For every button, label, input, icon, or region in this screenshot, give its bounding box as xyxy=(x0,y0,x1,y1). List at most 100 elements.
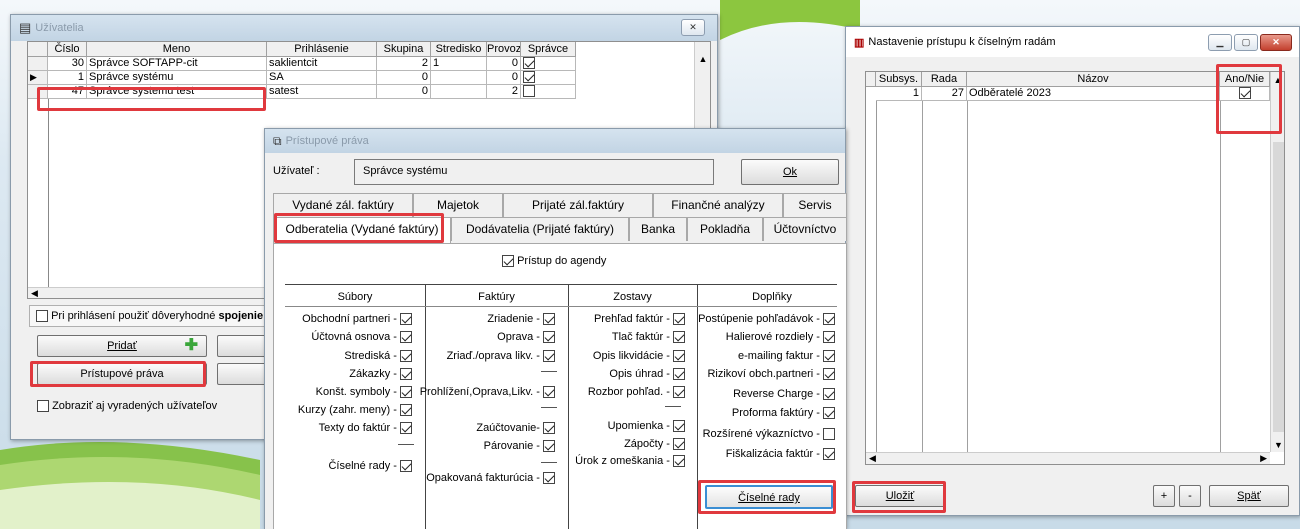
scroll-left-icon[interactable]: ◀ xyxy=(869,453,876,463)
right-checkbox[interactable] xyxy=(543,350,555,363)
rights-titlebar[interactable]: ⧉ Prístupové práva xyxy=(265,129,845,153)
minus-button[interactable]: - xyxy=(1179,485,1201,507)
right-prehlad-faktur[interactable]: Prehľad faktúr - xyxy=(594,312,685,326)
tab-banka[interactable]: Banka xyxy=(629,217,687,241)
right-checkbox[interactable] xyxy=(400,350,412,363)
cell-cislo[interactable]: 30 xyxy=(48,57,87,71)
col-header-subsys[interactable]: Subsys. xyxy=(876,72,922,87)
right-zapocty[interactable]: Zápočty - xyxy=(624,437,685,451)
right-opakovana-fakturacia[interactable]: Opakovaná fakturúcia - xyxy=(426,471,555,485)
spravce-checkbox[interactable] xyxy=(523,57,535,70)
right-checkbox[interactable] xyxy=(400,313,412,326)
cell-provoz[interactable]: 0 xyxy=(487,71,521,85)
right-checkbox[interactable] xyxy=(823,368,835,381)
right-prohlizeni-oprava-likv[interactable]: Prohlížení,Oprava,Likv. - xyxy=(420,385,555,399)
horizontal-scrollbar[interactable]: ◀ ▶ xyxy=(866,452,1270,464)
right-ciselne-rady[interactable]: Číselné rady - xyxy=(328,459,412,473)
right-zakazky[interactable]: Zákazky - xyxy=(349,367,412,381)
cell-skupina[interactable]: 0 xyxy=(377,71,431,85)
users-titlebar[interactable]: ▤ Užívatelia xyxy=(11,15,717,41)
right-zriadenie[interactable]: Zriadenie - xyxy=(487,312,555,326)
right-e-mailing-faktur[interactable]: e-mailing faktur - xyxy=(738,349,835,363)
tab-dodavatelia[interactable]: Dodávatelia (Prijaté faktúry) xyxy=(451,217,629,241)
cell-nazov[interactable]: Odběratelé 2023 xyxy=(967,87,1220,101)
cell-prihlasenie[interactable]: satest xyxy=(267,85,377,99)
back-button[interactable]: Späť xyxy=(1209,485,1289,507)
right-checkbox[interactable] xyxy=(400,331,412,344)
cell-cislo[interactable]: 1 xyxy=(48,71,87,85)
cell-stredisko[interactable]: 1 xyxy=(431,57,487,71)
tab-pokladna[interactable]: Pokladňa xyxy=(687,217,763,241)
right-checkbox[interactable] xyxy=(673,313,685,326)
tab-financne-analyzy[interactable]: Finančné analýzy xyxy=(653,193,783,217)
right-tlac-faktur[interactable]: Tlač faktúr - xyxy=(612,330,685,344)
right-checkbox[interactable] xyxy=(543,386,555,399)
right-reverse-charge[interactable]: Reverse Charge - xyxy=(733,387,835,401)
scroll-right-icon[interactable]: ▶ xyxy=(1260,453,1267,464)
cell-skupina[interactable]: 0 xyxy=(377,85,431,99)
cell-meno[interactable]: Správce SOFTAPP-cit xyxy=(87,57,267,71)
right-opis-uhrad[interactable]: Opis úhrad - xyxy=(609,367,685,381)
right-upomienka[interactable]: Upomienka - xyxy=(608,419,685,433)
cell-spravce[interactable] xyxy=(521,71,576,85)
right-oprava[interactable]: Oprava - xyxy=(497,330,555,344)
right-checkbox[interactable] xyxy=(543,313,555,326)
cell-prihlasenie[interactable]: saklientcit xyxy=(267,57,377,71)
add-user-button[interactable]: Pridať ✚ xyxy=(37,335,207,357)
right-checkbox[interactable] xyxy=(543,422,555,435)
cell-provoz[interactable]: 2 xyxy=(487,85,521,99)
right-rozbor-pohlad[interactable]: Rozbor pohľad. - xyxy=(588,385,685,399)
right-checkbox[interactable] xyxy=(823,331,835,344)
scroll-up-icon[interactable]: ▲ xyxy=(695,54,710,64)
plus-button[interactable]: + xyxy=(1153,485,1175,507)
right-zauctovanie[interactable]: Zaúčtovanie- xyxy=(476,421,555,435)
col-header-provoz[interactable]: Provoz xyxy=(487,42,521,57)
user-field[interactable]: Správce systému xyxy=(354,159,714,185)
agenda-access-row[interactable]: Prístup do agendy xyxy=(502,255,606,268)
cell-rada[interactable]: 27 xyxy=(922,87,967,101)
right-checkbox[interactable] xyxy=(543,331,555,344)
maximize-icon[interactable]: ▢ xyxy=(1234,34,1258,51)
right-checkbox[interactable] xyxy=(823,350,835,363)
tab-servis[interactable]: Servis xyxy=(783,193,847,217)
cell-stredisko[interactable] xyxy=(431,85,487,99)
close-icon[interactable]: ✕ xyxy=(681,19,705,36)
right-texty-do-faktur[interactable]: Texty do faktúr - xyxy=(319,421,412,435)
minimize-icon[interactable]: ▁ xyxy=(1208,34,1232,51)
col-header-meno[interactable]: Meno xyxy=(87,42,267,57)
right-halierove-rozdiely[interactable]: Halierové rozdiely - xyxy=(726,330,835,344)
cell-stredisko[interactable] xyxy=(431,71,487,85)
right-parovanie[interactable]: Párovanie - xyxy=(484,439,555,453)
ok-button[interactable]: Ok xyxy=(741,159,839,185)
right-checkbox[interactable] xyxy=(823,428,835,441)
right-checkbox[interactable] xyxy=(673,350,685,363)
right-urok-z-omeskania[interactable]: Úrok z omeškania - xyxy=(575,454,685,468)
cell-spravce[interactable] xyxy=(521,57,576,71)
scroll-left-icon[interactable]: ◀ xyxy=(31,288,38,298)
right-checkbox[interactable] xyxy=(400,404,412,417)
cell-spravce[interactable] xyxy=(521,85,576,99)
tab-uctovnictvo[interactable]: Účtovníctvo xyxy=(763,217,847,241)
agenda-access-checkbox[interactable] xyxy=(502,255,514,268)
col-header-stredisko[interactable]: Stredisko xyxy=(431,42,487,57)
right-checkbox[interactable] xyxy=(673,331,685,344)
right-fiskalizacia-faktur[interactable]: Fiškalizácia faktúr - xyxy=(726,447,835,461)
right-checkbox[interactable] xyxy=(673,368,685,381)
right-kurzy[interactable]: Kurzy (zahr. meny) - xyxy=(298,403,412,417)
cell-skupina[interactable]: 2 xyxy=(377,57,431,71)
cell-meno[interactable]: Správce systému xyxy=(87,71,267,85)
col-header-spravce[interactable]: Správce xyxy=(521,42,576,57)
show-retired-row[interactable]: Zobraziť aj vyradených užívateľov xyxy=(37,397,277,417)
right-checkbox[interactable] xyxy=(400,386,412,399)
cell-prihlasenie[interactable]: SA xyxy=(267,71,377,85)
right-opis-likvidacie[interactable]: Opis likvidácie - xyxy=(593,349,685,363)
col-header-rada[interactable]: Rada xyxy=(922,72,967,87)
right-checkbox[interactable] xyxy=(823,407,835,420)
right-checkbox[interactable] xyxy=(400,422,412,435)
right-checkbox[interactable] xyxy=(673,438,685,451)
cell-provoz[interactable]: 0 xyxy=(487,57,521,71)
right-konst-symboly[interactable]: Konšt. symboly - xyxy=(316,385,412,399)
right-checkbox[interactable] xyxy=(823,388,835,401)
cell-subsys[interactable]: 1 xyxy=(876,87,922,101)
right-postupenie-pohladavok[interactable]: Postúpenie pohľadávok - xyxy=(698,312,835,326)
